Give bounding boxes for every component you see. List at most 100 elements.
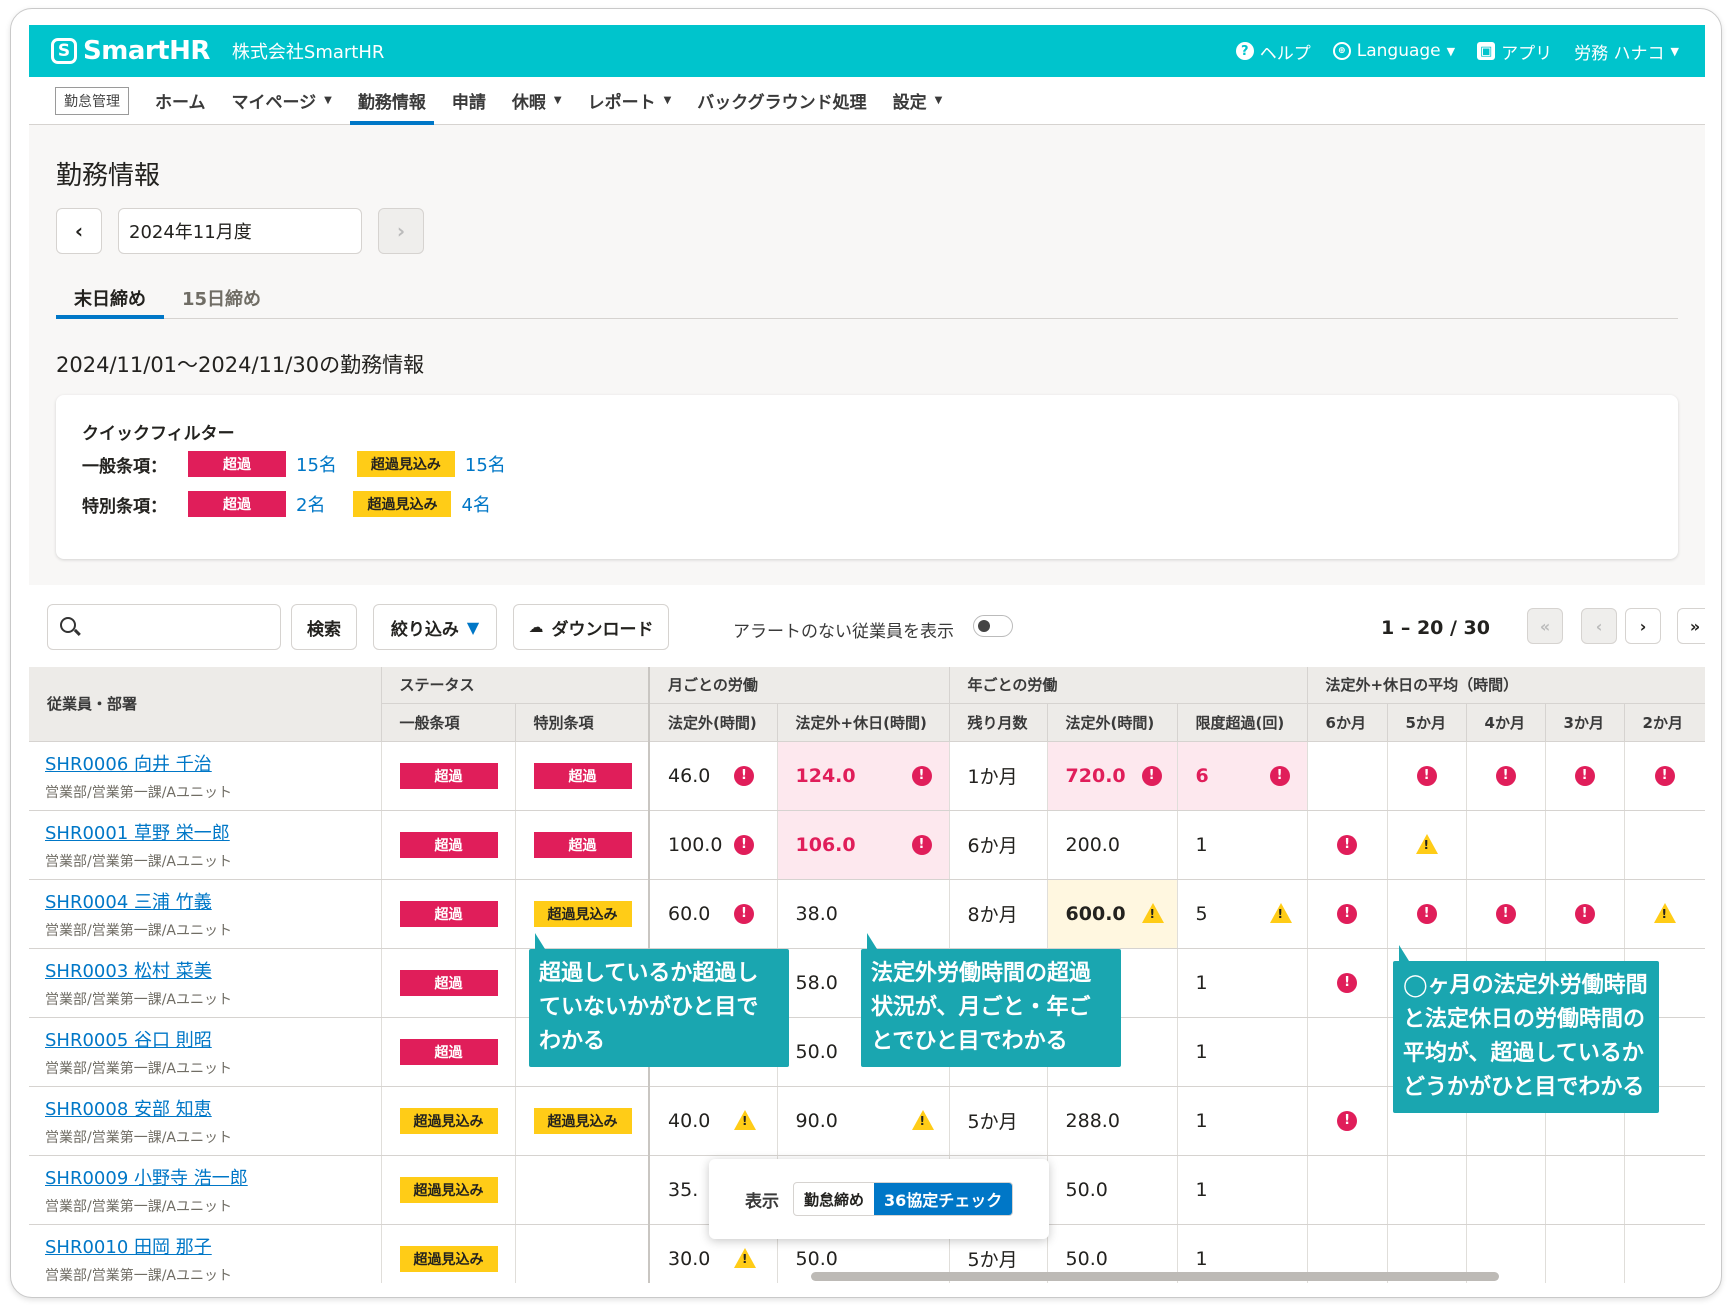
nav-leave[interactable]: 休暇 ▼ <box>512 77 562 125</box>
error-icon: ! <box>1337 834 1358 855</box>
table-row: SHR0006 向井 千治 営業部/営業第一課/Aユニット 超過 超過 46.0!… <box>29 741 1705 811</box>
warning-icon: ! <box>1653 902 1676 923</box>
avg-4m-cell: ! <box>1466 879 1546 949</box>
nav-mypage[interactable]: マイページ ▼ <box>232 77 332 125</box>
avg-6m-cell <box>1307 741 1388 811</box>
apps-menu[interactable]: ▣ アプリ <box>1477 39 1552 64</box>
view-option-36-check[interactable]: 36協定チェック <box>874 1183 1013 1215</box>
employee-link[interactable]: SHR0001 草野 栄一郎 <box>45 819 381 845</box>
avg-2m-cell: ! <box>1624 741 1705 811</box>
window-frame: S SmartHR 株式会社SmartHR ? ヘルプ ⊕ Language ▼… <box>10 8 1722 1298</box>
remaining-months-cell: 8か月 <box>949 879 1048 949</box>
logo[interactable]: S SmartHR <box>51 36 210 66</box>
error-icon: ! <box>911 765 932 786</box>
forecast-tag: 超過見込み <box>353 491 452 517</box>
language-menu[interactable]: ⊕ Language ▼ <box>1332 41 1456 61</box>
nav-label: 勤務情報 <box>357 93 426 113</box>
avg-6m-cell: ! <box>1307 1086 1388 1156</box>
horizontal-scrollbar[interactable] <box>811 1272 1499 1281</box>
last-page-button[interactable]: » <box>1677 608 1705 644</box>
col-remaining-months: 残り月数 <box>949 703 1048 742</box>
employee-cell: SHR0004 三浦 竹義 営業部/営業第一課/Aユニット <box>29 879 382 949</box>
error-icon: ! <box>1574 903 1595 924</box>
special-status-cell: 超過 <box>515 741 650 811</box>
value: 5か月 <box>967 1111 1018 1133</box>
nav-report[interactable]: レポート ▼ <box>588 77 672 125</box>
logo-text: SmartHR <box>83 36 210 66</box>
month-field[interactable]: 2024年11月度 <box>118 208 362 254</box>
prev-month-button[interactable]: ‹ <box>56 208 102 254</box>
download-button[interactable]: ☁ ダウンロード <box>513 604 669 650</box>
avg-3m-cell <box>1545 1155 1625 1225</box>
general-over-count[interactable]: 15名 <box>296 451 337 477</box>
view-option-attendance[interactable]: 勤怠締め <box>794 1183 874 1215</box>
app-nav: 勤怠管理 ホーム マイページ ▼ 勤務情報 申請 休暇 ▼ レポート ▼ バックグラウ… <box>29 77 1705 125</box>
globe-icon: ⊕ <box>1332 42 1351 60</box>
status-badge: 超過見込み <box>399 1176 498 1203</box>
yearly-overtime-cell: 50.0 <box>1047 1155 1178 1225</box>
show-no-alert-toggle[interactable] <box>973 615 1013 637</box>
nav-background[interactable]: バックグラウンド処理 <box>697 77 866 125</box>
error-icon: ! <box>1337 903 1358 924</box>
employee-link[interactable]: SHR0008 安部 知恵 <box>45 1095 381 1121</box>
search-input[interactable] <box>47 604 281 650</box>
employee-link[interactable]: SHR0004 三浦 竹義 <box>45 888 381 914</box>
error-icon: ! <box>1337 1110 1358 1131</box>
avg-6m-cell <box>1307 1155 1388 1225</box>
employee-link[interactable]: SHR0009 小野寺 浩一郎 <box>45 1164 381 1190</box>
chevron-left-icon: ‹ <box>74 219 84 243</box>
limit-exceeded-cell: 1 <box>1177 1017 1308 1087</box>
apps-icon: ▣ <box>1477 42 1496 60</box>
nav-work-info[interactable]: 勤務情報 <box>349 77 434 125</box>
first-page-button[interactable]: « <box>1527 608 1563 644</box>
caret-down-icon: ▼ <box>324 95 332 106</box>
general-status-cell: 超過 <box>381 879 516 949</box>
general-status-cell: 超過見込み <box>381 1155 516 1225</box>
caret-down-icon: ▼ <box>934 95 943 106</box>
employee-link[interactable]: SHR0010 田岡 那子 <box>45 1233 381 1259</box>
view-segmented-control: 勤怠締め 36協定チェック <box>793 1182 1014 1216</box>
next-month-button[interactable]: › <box>378 208 424 254</box>
help-link[interactable]: ? ヘルプ <box>1235 39 1311 64</box>
employee-link[interactable]: SHR0003 松村 菜美 <box>45 957 381 983</box>
chevron-right-icon: › <box>1639 616 1647 636</box>
nav-settings[interactable]: 設定 ▼ <box>893 77 943 125</box>
special-forecast-count[interactable]: 4名 <box>461 491 490 517</box>
callout-status: 超過しているか超過していないかがひと目でわかる <box>529 933 789 1067</box>
caret-down-icon: ▼ <box>1446 44 1456 58</box>
nav-request[interactable]: 申請 <box>452 77 486 125</box>
prev-page-button[interactable]: ‹ <box>1581 608 1617 644</box>
avg-2m-cell <box>1624 1155 1705 1225</box>
smarthr-logo-icon: S <box>51 38 77 64</box>
nav-home[interactable]: ホーム <box>155 77 206 125</box>
employee-link[interactable]: SHR0006 向井 千治 <box>45 750 381 776</box>
general-forecast-count[interactable]: 15名 <box>465 451 506 477</box>
tab-month-end[interactable]: 末日締め <box>56 275 164 319</box>
warning-icon: ! <box>1269 902 1292 923</box>
value: 90.0 <box>795 1109 838 1132</box>
employee-cell: SHR0006 向井 千治 営業部/営業第一課/Aユニット <box>29 741 382 811</box>
value: 1 <box>1195 971 1208 994</box>
avg-4m-cell <box>1466 810 1546 880</box>
next-page-button[interactable]: › <box>1625 608 1661 644</box>
view-switch-label: 表示 <box>745 1191 779 1212</box>
closing-tabs: 末日締め 15日締め <box>56 275 1678 319</box>
value: 50.0 <box>795 1247 838 1270</box>
user-menu[interactable]: 労務 ハナコ ▼ <box>1574 39 1679 64</box>
value: 600.0 <box>1065 902 1126 925</box>
filter-button[interactable]: 絞り込み ▼ <box>373 604 497 650</box>
status-badge: 超過見込み <box>533 900 632 927</box>
tab-15th[interactable]: 15日締め <box>164 275 279 318</box>
avg-6m-cell: ! <box>1307 879 1388 949</box>
employee-link[interactable]: SHR0005 谷口 則昭 <box>45 1026 381 1052</box>
search-button[interactable]: 検索 <box>291 604 357 650</box>
status-badge: 超過見込み <box>399 1245 498 1272</box>
monthly-overtime-holiday-cell: 124.0! <box>777 741 950 811</box>
value: 60.0 <box>668 902 711 925</box>
quick-filter-general: 一般条項： 超過 15名 超過見込み 15名 <box>82 451 526 477</box>
download-button-label: ダウンロード <box>551 619 654 640</box>
special-over-count[interactable]: 2名 <box>296 491 325 517</box>
limit-exceeded-cell: 1 <box>1177 948 1308 1018</box>
yearly-overtime-cell: 288.0 <box>1047 1086 1178 1156</box>
header-bar: S SmartHR 株式会社SmartHR ? ヘルプ ⊕ Language ▼… <box>29 25 1705 77</box>
